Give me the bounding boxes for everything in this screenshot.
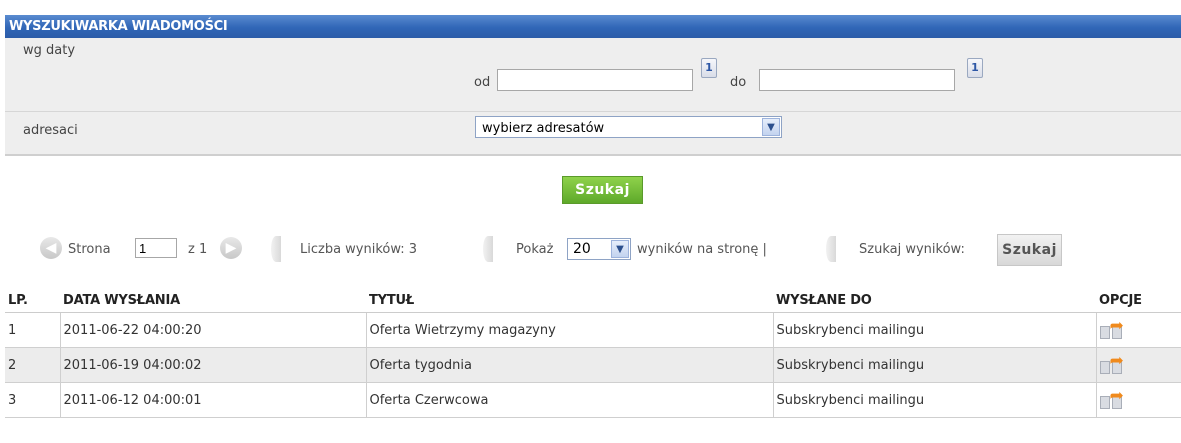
per-page-suffix: wyników na stronę | xyxy=(637,242,767,257)
pager-divider xyxy=(483,236,493,262)
to-label: do xyxy=(730,75,747,90)
column-header-title: TYTUŁ xyxy=(366,288,773,313)
search-results-label: Szukaj wyników: xyxy=(859,242,965,257)
column-header-options: OPCJE xyxy=(1096,288,1181,313)
recipients-selected-value: wybierz adresatów xyxy=(482,121,605,136)
calendar-icon[interactable]: 1 xyxy=(967,58,983,78)
from-label: od xyxy=(474,75,491,90)
chevron-down-icon[interactable]: ▼ xyxy=(611,240,629,258)
date-from-input[interactable] xyxy=(497,69,693,91)
cell-title: Oferta Czerwcowa xyxy=(365,382,773,418)
cell-title: Oferta tygodnia xyxy=(365,347,773,383)
calendar-icon[interactable]: 1 xyxy=(701,58,717,78)
search-button[interactable]: Szukaj xyxy=(562,176,643,204)
per-page-value: 20 xyxy=(573,241,591,257)
pager-divider xyxy=(826,236,836,262)
cell-date: 2011-06-12 04:00:01 xyxy=(59,382,366,418)
cell-lp: 1 xyxy=(5,312,60,348)
recipients-filter-row: adresaci wybierz adresatów ▼ xyxy=(5,112,1181,154)
arrow-left-circle-icon[interactable]: ◀ xyxy=(40,237,62,259)
panel-title: WYSZUKIWARKA WIADOMOŚCI xyxy=(5,15,1181,38)
table-row: 2 2011-06-19 04:00:02 Oferta tygodnia Su… xyxy=(5,347,1181,383)
page-of-text: z 1 xyxy=(188,242,208,257)
cell-lp: 2 xyxy=(5,347,60,383)
date-filter-label: wg daty xyxy=(23,43,76,58)
page-label: Strona xyxy=(68,242,111,257)
cell-lp: 3 xyxy=(5,382,60,418)
cell-title: Oferta Wietrzymy magazyny xyxy=(365,312,773,348)
date-filter-row: wg daty od 1 do 1 xyxy=(5,38,1181,112)
cell-date: 2011-06-19 04:00:02 xyxy=(59,347,366,383)
forward-message-icon[interactable]: ➦ xyxy=(1099,386,1138,412)
cell-options: ➦ xyxy=(1095,312,1181,348)
cell-sent-to: Subskrybenci mailingu xyxy=(772,312,1096,348)
forward-message-icon[interactable]: ➦ xyxy=(1099,316,1138,342)
cell-sent-to: Subskrybenci mailingu xyxy=(772,382,1096,418)
per-page-select[interactable]: 20 ▼ xyxy=(567,238,631,260)
message-search-panel: WYSZUKIWARKA WIADOMOŚCI wg daty od 1 do … xyxy=(5,15,1181,156)
page-number-input[interactable] xyxy=(135,238,177,258)
table-row: 3 2011-06-12 04:00:01 Oferta Czerwcowa S… xyxy=(5,382,1181,418)
recipients-select[interactable]: wybierz adresatów ▼ xyxy=(475,116,782,138)
column-header-date: DATA WYSŁANIA xyxy=(60,288,366,313)
cell-options: ➦ xyxy=(1095,347,1181,383)
forward-message-icon[interactable]: ➦ xyxy=(1099,351,1138,377)
show-label: Pokaż xyxy=(516,242,554,257)
search-results-button[interactable]: Szukaj xyxy=(997,234,1062,266)
pagination-bar: ◀ Strona z 1 ▶ Liczba wyników: 3 Pokaż 2… xyxy=(40,234,1140,266)
cell-options: ➦ xyxy=(1095,382,1181,418)
column-header-sent-to: WYSŁANE DO xyxy=(773,288,1096,313)
cell-sent-to: Subskrybenci mailingu xyxy=(772,347,1096,383)
table-row: 1 2011-06-22 04:00:20 Oferta Wietrzymy m… xyxy=(5,312,1181,348)
pager-divider xyxy=(271,236,281,262)
column-header-lp: LP. xyxy=(5,288,60,313)
table-header-row: LP. DATA WYSŁANIA TYTUŁ WYSŁANE DO OPCJE xyxy=(5,288,1181,313)
date-to-input[interactable] xyxy=(759,69,955,91)
chevron-down-icon[interactable]: ▼ xyxy=(762,118,780,136)
results-count: Liczba wyników: 3 xyxy=(300,242,418,257)
recipients-label: adresaci xyxy=(23,123,78,138)
cell-date: 2011-06-22 04:00:20 xyxy=(59,312,366,348)
arrow-right-circle-icon[interactable]: ▶ xyxy=(220,237,242,259)
results-table: LP. DATA WYSŁANIA TYTUŁ WYSŁANE DO OPCJE… xyxy=(5,288,1181,418)
